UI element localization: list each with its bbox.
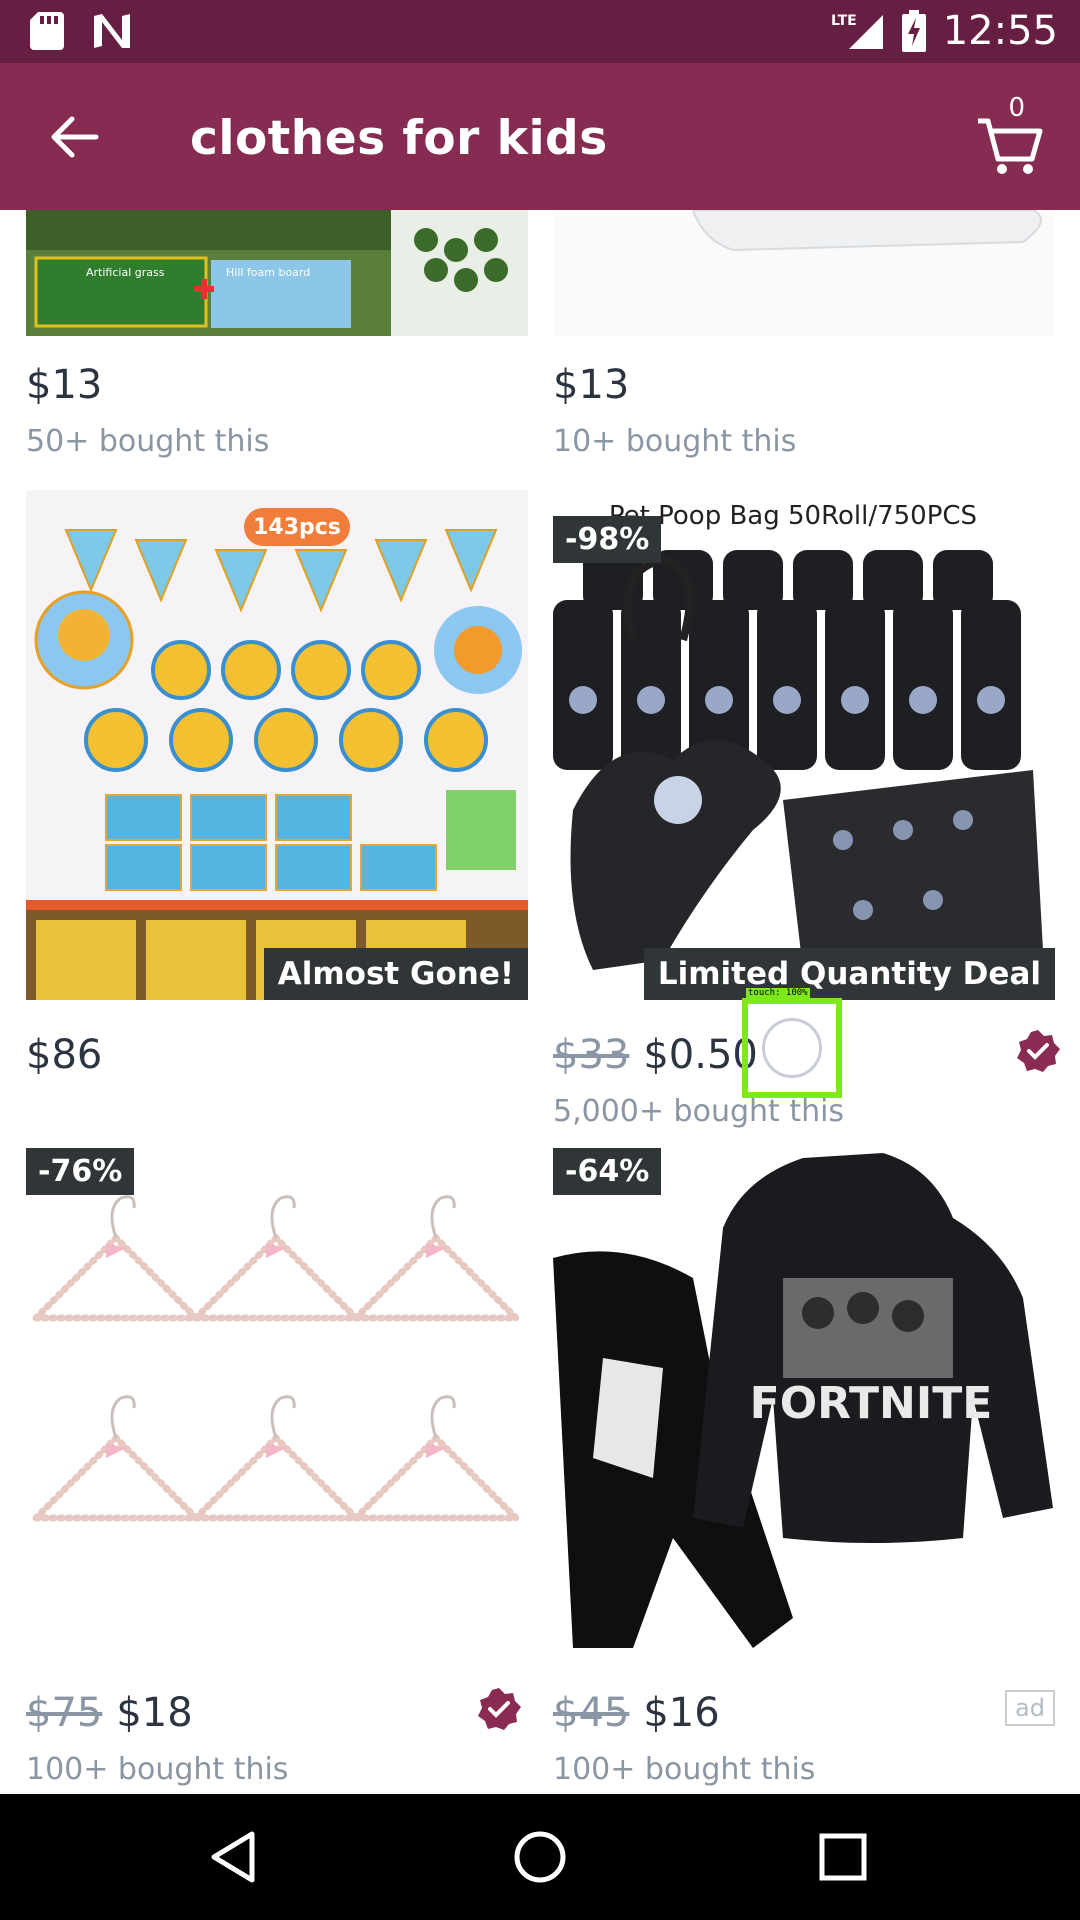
price: $0.50 (643, 1032, 758, 1078)
price: $13 (553, 362, 630, 408)
product-image[interactable]: -76% (26, 1148, 528, 1658)
image-caption-grass: Artificial grass (86, 266, 165, 279)
product-image[interactable]: 143pcs Almost Gone! (26, 490, 528, 1000)
cart-count-badge: 0 (1008, 93, 1025, 123)
bought-count: 10+ bought this (553, 424, 797, 459)
home-circle-icon[interactable] (505, 1822, 575, 1892)
recents-square-icon[interactable] (808, 1822, 878, 1892)
image-caption: Pet Poop Bag 50Roll/750PCS (609, 501, 977, 531)
original-price: $33 (553, 1032, 630, 1078)
lte-signal-icon: LTE (831, 13, 883, 49)
product-image[interactable]: FORTNITE -64% (553, 1148, 1055, 1658)
product-card[interactable]: $13 10+ bought this (553, 210, 1055, 470)
ad-label: ad (1005, 1690, 1055, 1726)
product-image[interactable] (553, 210, 1055, 336)
image-caption-fortnite: FORTNITE (750, 1378, 993, 1429)
product-card[interactable]: FORTNITE -64% $45 $16 ad (553, 1148, 1055, 1736)
verified-check-icon (478, 1688, 521, 1730)
price: $18 (116, 1690, 193, 1736)
original-price: $75 (26, 1690, 103, 1736)
verified-check-icon (1017, 1030, 1060, 1072)
product-card[interactable]: 143pcs Almost Gone! $86 (26, 490, 528, 1090)
product-card[interactable]: -76% $75 $18 (26, 1148, 528, 1736)
product-image[interactable]: Artificial grass Hill foam board (26, 210, 528, 336)
price: $16 (643, 1690, 720, 1736)
bought-count: 100+ bought this (553, 1752, 816, 1787)
page-title: clothes for kids (190, 111, 608, 166)
app-bar: clothes for kids 0 (0, 63, 1080, 210)
image-caption-foam: Hill foam board (226, 266, 310, 279)
sd-card-icon (30, 12, 64, 50)
n-logo-icon (94, 14, 130, 48)
bought-count: 100+ bought this (26, 1752, 289, 1787)
discount-badge: -64% (553, 1148, 662, 1195)
bought-count: 50+ bought this (26, 424, 270, 459)
back-triangle-icon[interactable] (200, 1822, 270, 1892)
bought-count: 5,000+ bought this (553, 1094, 845, 1129)
svg-text:LTE: LTE (831, 13, 857, 29)
battery-charging-icon (901, 10, 926, 52)
touch-ripple (762, 1018, 822, 1078)
product-image[interactable]: Pet Poop Bag 50Roll/750PCS -98% Limited … (553, 490, 1055, 1000)
back-arrow-icon[interactable] (44, 107, 104, 167)
price: $86 (26, 1032, 103, 1078)
almost-gone-tag: Almost Gone! (263, 948, 528, 1000)
limited-deal-tag: Limited Quantity Deal (643, 948, 1055, 1000)
product-card[interactable]: Artificial grass Hill foam board $13 50+… (26, 210, 528, 470)
price: $13 (26, 362, 103, 408)
original-price: $45 (553, 1690, 630, 1736)
discount-badge: -76% (26, 1148, 135, 1195)
discount-badge: -98% (553, 516, 662, 563)
system-navigation-bar (0, 1794, 1080, 1920)
image-badge-143pcs: 143pcs (253, 515, 341, 540)
touch-indicator-label: touch: 100% (746, 988, 810, 998)
product-grid: Artificial grass Hill foam board $13 50+… (0, 210, 1080, 1794)
clock: 12:55 (942, 8, 1058, 54)
status-bar: LTE 12:55 (0, 0, 1080, 63)
